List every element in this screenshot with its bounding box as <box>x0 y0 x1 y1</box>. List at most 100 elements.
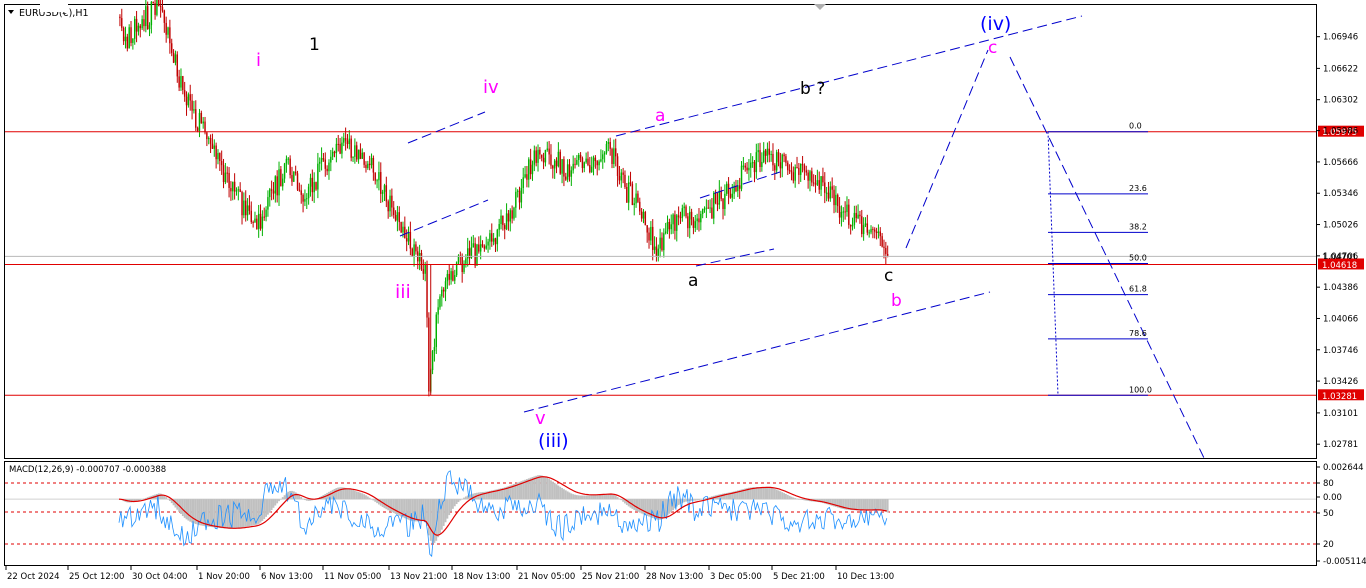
macd-histogram-bar <box>185 499 188 520</box>
candle-body <box>579 154 582 159</box>
price-label: 1.03281 <box>1322 392 1357 402</box>
candle-body <box>787 162 789 171</box>
candle-body <box>616 156 619 177</box>
candle-body <box>620 172 622 181</box>
wave-label: b ? <box>800 79 825 99</box>
candle-body <box>472 243 474 248</box>
candle-body <box>644 211 647 226</box>
candle-body <box>315 182 317 190</box>
candle-body <box>196 127 199 131</box>
candle-body <box>585 158 587 163</box>
candle-body <box>750 162 752 168</box>
candle-body <box>428 317 430 392</box>
macd-histogram-bar <box>418 499 421 522</box>
time-tick-label: 11 Nov 05:00 <box>324 572 381 582</box>
candle-body <box>877 231 880 233</box>
chart-canvas[interactable]: EURUSD(€),H1 1.059751.047011.046181.0328… <box>0 0 1366 588</box>
macd-histogram-bar <box>870 499 872 510</box>
candle-body <box>365 164 367 169</box>
macd-histogram-bar <box>218 499 221 528</box>
candle-body <box>356 145 358 160</box>
candle-body <box>418 252 421 262</box>
candle-body <box>622 172 624 175</box>
candle-body <box>300 190 302 195</box>
macd-histogram-bar <box>792 497 795 500</box>
candle-body <box>861 216 863 235</box>
candle-body <box>764 150 767 156</box>
macd-histogram-bar <box>335 488 338 500</box>
macd-histogram-bar <box>873 499 876 510</box>
candle-body <box>798 167 800 175</box>
candle-body <box>742 165 745 167</box>
time-tick-label: 1 Nov 20:00 <box>198 572 250 582</box>
macd-histogram-bar <box>803 499 806 501</box>
candle-body <box>426 264 428 318</box>
candle-body <box>520 187 523 203</box>
macd-histogram-bar <box>531 477 534 500</box>
macd-histogram-bar <box>363 494 366 500</box>
clipped-wave-label <box>40 4 68 12</box>
macd-title: MACD(12,26,9) -0.000707 -0.000388 <box>9 465 166 475</box>
macd-histogram-bar <box>572 494 575 500</box>
candle-body <box>176 54 178 77</box>
macd-histogram-bar <box>307 499 310 501</box>
candle-body <box>394 214 397 221</box>
candle-body <box>748 167 750 171</box>
candle-body <box>618 176 621 181</box>
macd-histogram-bar <box>564 490 567 500</box>
candle-body <box>874 229 876 232</box>
macd-histogram-bar <box>267 499 269 515</box>
candle-body <box>169 27 171 44</box>
candle-body <box>228 172 230 188</box>
macd-histogram-bar <box>877 499 880 510</box>
candle-body <box>441 289 443 297</box>
candle-body <box>770 153 772 155</box>
candle-body <box>639 201 641 212</box>
macd-histogram-bar <box>455 499 458 505</box>
candle-body <box>376 180 378 182</box>
macd-histogram-bar <box>794 498 797 500</box>
candle-body <box>121 18 123 28</box>
candle-body <box>772 153 774 166</box>
candle-body <box>180 76 182 88</box>
macd-histogram-bar <box>638 499 641 513</box>
candle-body <box>729 193 732 198</box>
candle-body <box>146 6 149 30</box>
macd-histogram-bar <box>279 499 282 500</box>
candle-body <box>681 208 684 218</box>
candle-body <box>313 182 315 193</box>
candle-body <box>319 161 321 164</box>
macd-histogram-bar <box>209 499 212 527</box>
candle-body <box>825 192 828 194</box>
candle-body <box>679 217 682 219</box>
candle-body <box>700 213 702 223</box>
macd-histogram-bar <box>579 495 582 500</box>
candle-body <box>714 193 717 204</box>
macd-histogram-bar <box>594 494 597 500</box>
macd-histogram-bar <box>568 492 571 500</box>
candle-body <box>274 176 277 194</box>
candle-body <box>171 43 173 53</box>
macd-histogram-bar <box>344 487 347 500</box>
candle-body <box>278 169 280 196</box>
macd-histogram-bar <box>390 499 393 513</box>
wave-label: c <box>884 266 893 286</box>
macd-histogram-bar <box>305 499 308 501</box>
candle-body <box>581 158 584 169</box>
macd-histogram-bar <box>559 486 562 500</box>
candle-body <box>422 269 425 274</box>
macd-histogram-bar <box>618 498 621 500</box>
candle-body <box>820 176 822 190</box>
candle-body <box>849 224 852 227</box>
candle-body <box>783 154 785 157</box>
macd-histogram-bar <box>775 489 778 500</box>
candle-body <box>442 289 445 292</box>
macd-histogram-bar <box>699 499 702 500</box>
time-tick-label: 3 Dec 05:00 <box>710 572 762 582</box>
candle-body <box>359 149 362 159</box>
candle-body <box>548 148 550 155</box>
candle-body <box>158 0 160 6</box>
macd-histogram-bar <box>575 495 578 500</box>
price-tick-label: 1.05666 <box>1323 158 1358 168</box>
candle-body <box>713 193 715 219</box>
